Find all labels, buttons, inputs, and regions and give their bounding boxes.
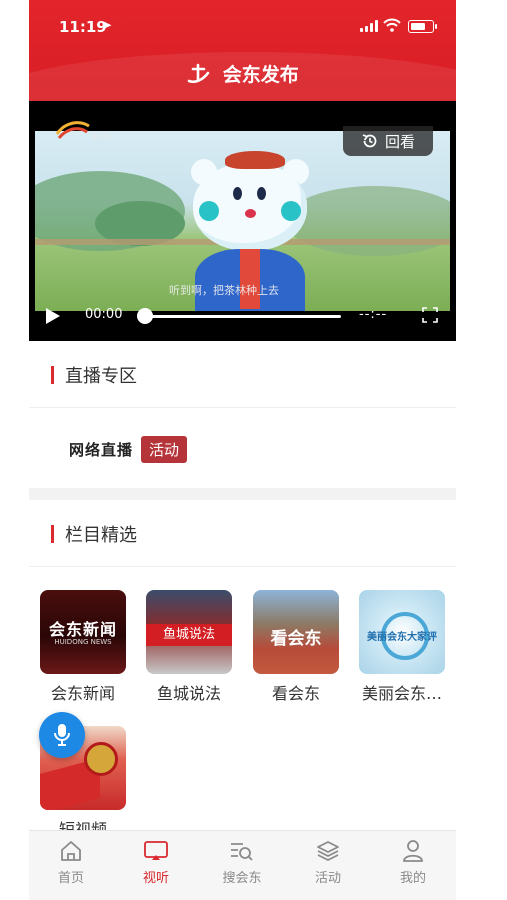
tv-icon	[144, 841, 168, 860]
column-item-huidong-news[interactable]: 会东新闻 HUIDONG NEWS 会东新闻	[40, 590, 126, 704]
column-label: 鱼城说法	[156, 684, 221, 703]
tab-label: 我的	[399, 871, 426, 886]
status-bar: 11:19 ➤	[29, 0, 456, 44]
tab-audiovisual[interactable]: 视听	[121, 839, 191, 886]
tab-search-huidong[interactable]: 搜会东	[207, 839, 277, 886]
live-section-title: 直播专区	[65, 366, 137, 387]
current-time: 00:00	[85, 307, 123, 322]
brand-logo-icon	[187, 63, 210, 84]
column-label: 会东新闻	[50, 684, 115, 703]
thumbnail-title: 美丽会东大家评	[367, 632, 437, 643]
section-gap	[29, 488, 456, 500]
tab-profile[interactable]: 我的	[378, 839, 448, 886]
column-thumbnail: 鱼城说法	[146, 590, 232, 674]
video-subtitle: 听到啊，把茶林种上去	[169, 284, 279, 297]
bottom-tab-bar: 首页 视听 搜会东 活动 我的	[29, 830, 456, 900]
progress-handle[interactable]	[137, 308, 153, 324]
column-item-meili-huidong[interactable]: 美丽会东大家评 美丽会东…	[359, 590, 445, 704]
location-arrow-icon: ➤	[102, 18, 113, 32]
column-item-kan-huidong[interactable]: 看会东 看会东	[253, 590, 339, 704]
column-label: 看会东	[271, 684, 320, 703]
channel-logo-text: 会东	[91, 132, 111, 143]
live-item-tag: 活动	[141, 435, 188, 463]
replay-button[interactable]: 回看	[343, 126, 433, 156]
app-brand: 会东发布	[29, 60, 456, 87]
section-accent-bar	[51, 525, 54, 543]
home-icon	[61, 841, 81, 861]
battery-icon	[408, 20, 437, 33]
user-icon	[403, 840, 423, 862]
cellular-signal-icon	[360, 20, 378, 32]
tab-label: 首页	[57, 871, 84, 886]
app-header: 11:19 ➤ 会东发布	[29, 0, 456, 101]
status-time: 11:19	[59, 18, 107, 36]
layers-icon	[317, 841, 339, 862]
wifi-icon	[383, 18, 401, 32]
search-list-icon	[231, 843, 253, 861]
thumbnail-title: 会东新闻	[48, 620, 117, 639]
replay-label: 回看	[384, 132, 415, 151]
fullscreen-icon[interactable]	[422, 307, 438, 323]
live-item-name: 网络直播	[69, 440, 134, 459]
tab-activities[interactable]: 活动	[293, 839, 363, 886]
live-section-header: 直播专区	[29, 360, 456, 390]
app-title: 会东发布	[222, 64, 299, 86]
column-label: 美丽会东…	[361, 684, 442, 703]
thumbnail-title: 看会东	[270, 629, 322, 649]
columns-section-title: 栏目精选	[65, 525, 137, 546]
play-icon[interactable]	[45, 307, 61, 325]
live-item-network[interactable]: 网络直播 活动	[69, 434, 188, 464]
app-screen: 11:19 ➤ 会东发布 会东 听到啊，把茶林种上去 回看 00:00 --:-…	[29, 0, 456, 900]
thumbnail-title: 鱼城说法	[146, 624, 232, 646]
progress-track[interactable]	[145, 315, 341, 318]
thumbnail-subtitle: HUIDONG NEWS	[54, 638, 112, 646]
tab-label: 视听	[142, 871, 169, 886]
video-controls: 00:00 --:--	[29, 300, 456, 332]
national-emblem-icon	[84, 742, 118, 776]
microphone-icon	[54, 724, 70, 746]
columns-section-header: 栏目精选	[29, 519, 456, 549]
column-item-yucheng-law[interactable]: 鱼城说法 鱼城说法	[146, 590, 232, 704]
divider	[29, 407, 456, 408]
column-thumbnail: 美丽会东大家评	[359, 590, 445, 674]
section-accent-bar	[51, 366, 54, 384]
tab-home[interactable]: 首页	[36, 839, 106, 886]
channel-logo-icon	[55, 121, 90, 139]
replay-icon	[362, 134, 377, 148]
column-thumbnail: 会东新闻 HUIDONG NEWS	[40, 590, 126, 674]
video-duration: --:--	[359, 307, 388, 322]
divider	[29, 566, 456, 567]
voice-input-button[interactable]	[39, 712, 85, 758]
column-thumbnail: 看会东	[253, 590, 339, 674]
tab-label: 活动	[314, 871, 341, 886]
tab-label: 搜会东	[222, 871, 262, 886]
